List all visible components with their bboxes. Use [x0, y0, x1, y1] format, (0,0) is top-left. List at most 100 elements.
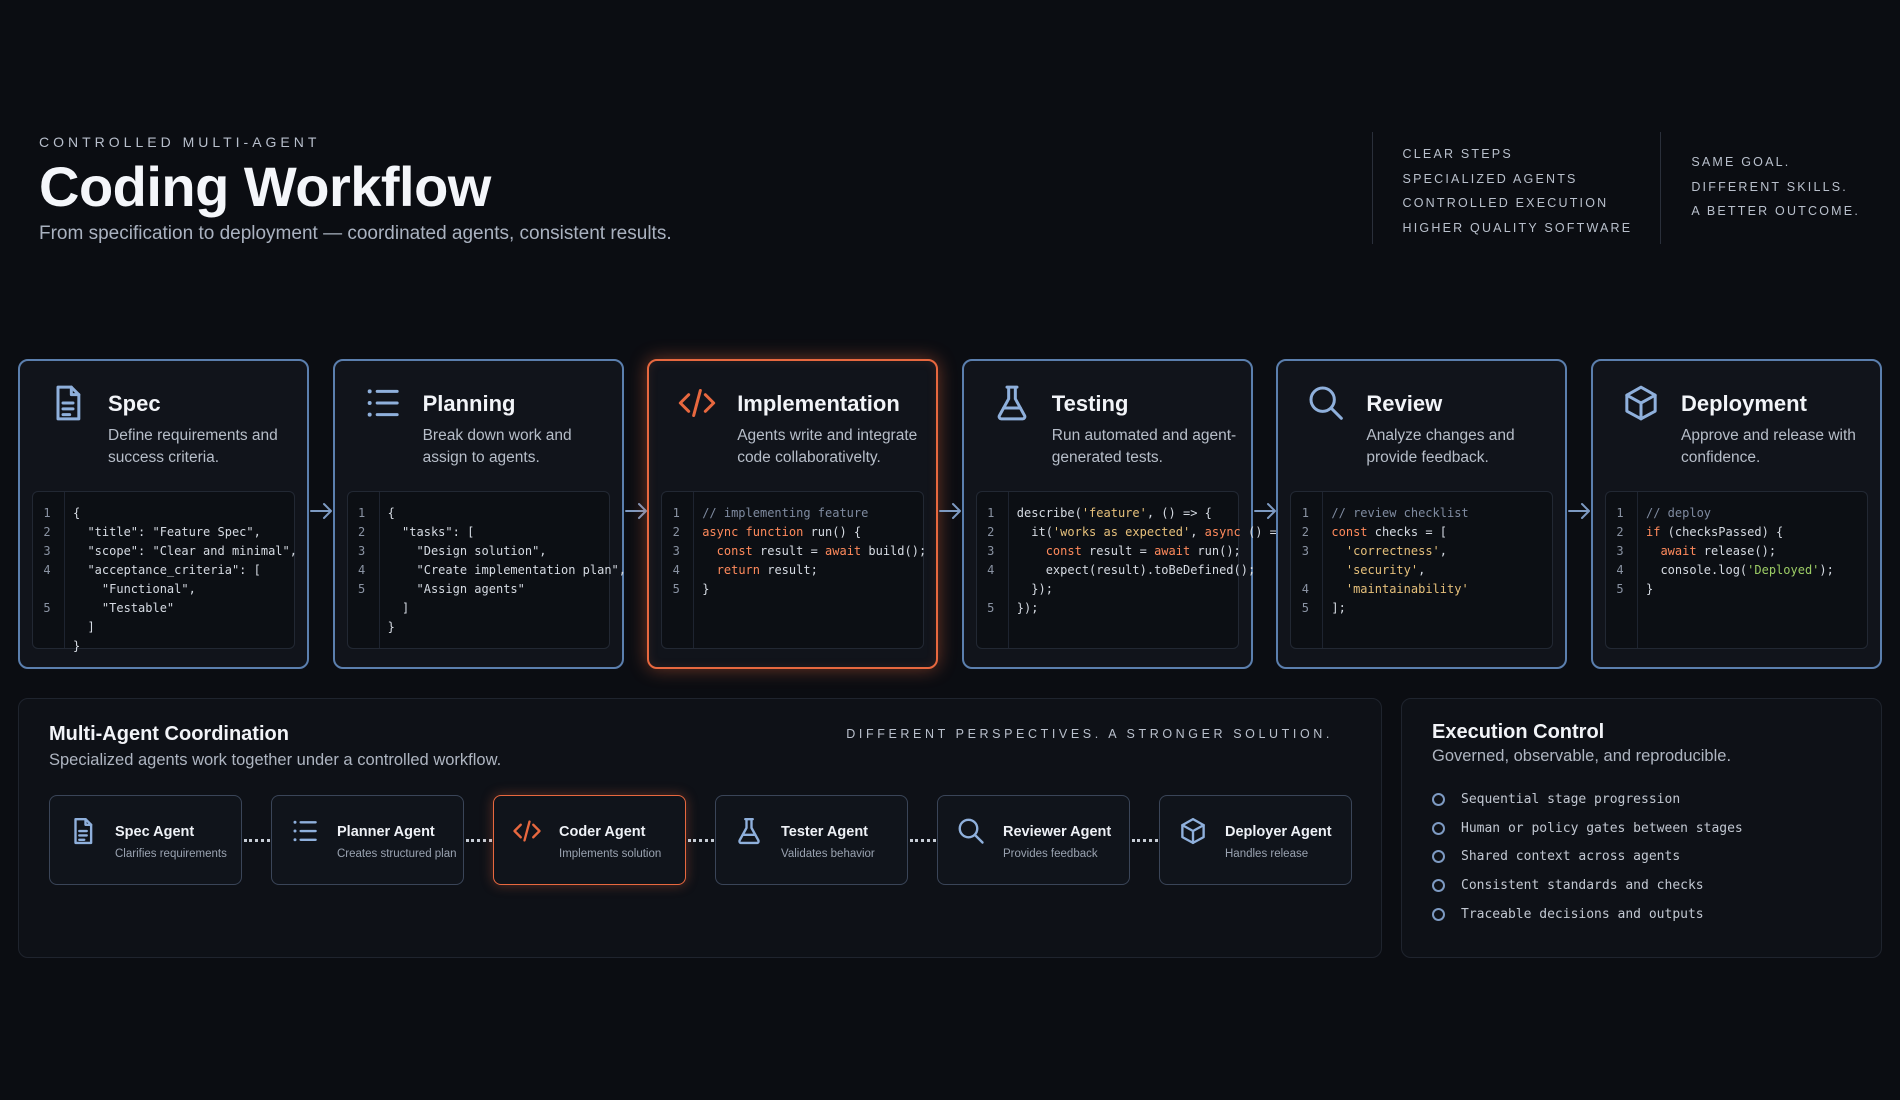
agent-card-coder-agent[interactable]: Coder Agent Implements solution	[493, 795, 686, 885]
code-line: 3 const result = await run();	[977, 542, 1241, 561]
connector-dots	[688, 839, 714, 842]
code-text: 'maintainability'	[1345, 582, 1469, 596]
line-number: 4	[357, 563, 366, 577]
connector-dots	[910, 839, 936, 842]
agent-role: Implements solution	[559, 848, 662, 860]
code-line: }	[33, 637, 294, 656]
agent-name: Reviewer Agent	[1003, 824, 1112, 840]
stage-card-testing[interactable]: Testing Run automated and agent-generated…	[961, 359, 1284, 669]
agent-role: Creates structured plan	[337, 848, 457, 860]
coordination-panel: Multi-Agent Coordination Specialized age…	[18, 698, 1382, 958]
execution-item: Shared context across agents	[1432, 842, 1743, 871]
cube-icon	[1178, 816, 1208, 846]
stage-title: Spec	[108, 391, 161, 416]
line-number: 3	[357, 544, 366, 558]
line-number: 5	[1616, 582, 1624, 596]
line-number: 5	[1301, 601, 1309, 615]
agent-role: Validates behavior	[781, 848, 875, 860]
line-number: 2	[357, 525, 366, 539]
code-line: 1 describe('feature', () => {	[977, 504, 1238, 523]
workflow-stages: Spec Define requirements and success crit…	[18, 359, 1882, 669]
connector-dots	[244, 839, 270, 842]
stage-card-deployment[interactable]: Deployment Approve and release with confi…	[1591, 359, 1882, 669]
code-text: const checks = [	[1331, 525, 1447, 539]
line-number: 1	[357, 506, 366, 520]
coordination-title: Multi-Agent Coordination	[49, 723, 289, 745]
stage-description: Analyze changes and provide feedback.	[1366, 427, 1515, 466]
code-text: 'correctness',	[1345, 544, 1447, 558]
code-text: describe('feature', () => {	[1016, 506, 1212, 520]
stage-card-review[interactable]: Review Analyze changes and provide feedba…	[1276, 359, 1568, 669]
agent-card-deployer-agent[interactable]: Deployer Agent Handles release	[1159, 795, 1352, 885]
line-number: 1	[43, 506, 51, 520]
code-text: await release();	[1660, 544, 1777, 558]
flow-arrow-icon	[939, 501, 963, 521]
agent-card-spec-agent[interactable]: Spec Agent Clarifies requirements	[49, 795, 242, 885]
stage-title: Implementation	[737, 391, 900, 416]
highlights-steps: CLEAR STEPS SPECIALIZED AGENTS CONTROLLE…	[1371, 132, 1661, 244]
line-number: 1	[987, 506, 995, 520]
coordination-tagline: DIFFERENT PERSPECTIVES. A STRONGER SOLUT…	[846, 727, 1333, 741]
line-number: 5	[357, 582, 366, 596]
execution-item-label: Human or policy gates between stages	[1461, 820, 1743, 836]
stage-description: Agents write and integrate code collabor…	[737, 427, 918, 466]
stage-description: Define requirements and success criteria…	[108, 427, 278, 466]
code-line: 5 "Testable"	[33, 599, 294, 618]
line-number: 2	[1616, 525, 1624, 539]
execution-item-label: Sequential stage progression	[1461, 791, 1681, 807]
code-text: {	[73, 506, 81, 520]
agent-name: Spec Agent	[115, 824, 195, 840]
execution-subtitle: Governed, observable, and reproducible.	[1432, 747, 1732, 765]
header: CONTROLLED MULTI-AGENT Coding Workflow F…	[39, 134, 799, 245]
code-snippet: 1 // review checklist 2 const checks = [3 '…	[1290, 491, 1554, 649]
highlight-line: CONTROLLED EXECUTION	[1402, 196, 1609, 210]
line-number: 4	[672, 563, 680, 577]
code-line: 4 "Create implementation plan",	[348, 561, 626, 580]
agent-card-reviewer-agent[interactable]: Reviewer Agent Provides feedback	[937, 795, 1130, 885]
code-text: "Testable"	[73, 601, 175, 615]
code-text: "Design solution",	[387, 544, 547, 558]
code-line: 3 "Design solution",	[348, 542, 609, 561]
agent-card-tester-agent[interactable]: Tester Agent Validates behavior	[715, 795, 908, 885]
line-number: 5	[672, 582, 680, 596]
stage-card-implementation[interactable]: Implementation Agents write and integrate…	[647, 359, 939, 669]
connector-dots	[1132, 839, 1158, 842]
stage-card-spec[interactable]: Spec Define requirements and success crit…	[18, 359, 309, 669]
circle-bullet-icon	[1432, 850, 1445, 864]
code-text: "Create implementation plan",	[387, 563, 627, 577]
code-line: 3 'correctness',	[1291, 542, 1552, 561]
stage-title: Review	[1366, 391, 1443, 416]
line-number: 5	[43, 601, 51, 615]
line-number: 3	[1301, 544, 1309, 558]
code-text: "Assign agents"	[387, 582, 525, 596]
code-text: }	[387, 620, 395, 634]
line-number: 4	[987, 563, 995, 577]
code-text: ];	[1331, 601, 1346, 615]
code-text: 'security',	[1345, 563, 1426, 577]
line-number: 4	[43, 563, 51, 577]
code-line: 2 async function run() {	[662, 523, 923, 542]
line-number: 1	[672, 506, 680, 520]
agent-name: Planner Agent	[337, 824, 435, 840]
cube-icon	[1621, 383, 1661, 423]
code-snippet: 1{2 "title": "Feature Spec", 3 "scope": "…	[32, 491, 297, 653]
flow-arrow-icon	[1568, 501, 1592, 521]
execution-title: Execution Control	[1432, 721, 1605, 743]
line-number: 1	[1616, 506, 1624, 520]
list-icon	[290, 816, 320, 846]
code-line: 5 "Assign agents"	[348, 580, 609, 599]
code-line: 1 // implementing feature	[662, 504, 923, 523]
code-line: ]	[33, 618, 294, 637]
code-text: }	[73, 639, 81, 653]
stage-card-planning[interactable]: Planning Break down work and assign to ag…	[332, 359, 626, 669]
line-number: 2	[43, 525, 51, 539]
code-text: }	[702, 582, 710, 596]
code-line: 4 expect(result).toBeDefined();	[977, 561, 1255, 580]
code-text: const result = await build();	[716, 544, 927, 558]
goal-line: DIFFERENT SKILLS.	[1691, 179, 1848, 194]
stage-title: Testing	[1051, 391, 1129, 416]
page-subtitle: From specification to deployment — coord…	[39, 223, 672, 244]
agent-card-planner-agent[interactable]: Planner Agent Creates structured plan	[271, 795, 464, 885]
goal-line: SAME GOAL.	[1691, 155, 1791, 169]
code-line: 4 "acceptance_criteria": [	[33, 561, 294, 580]
